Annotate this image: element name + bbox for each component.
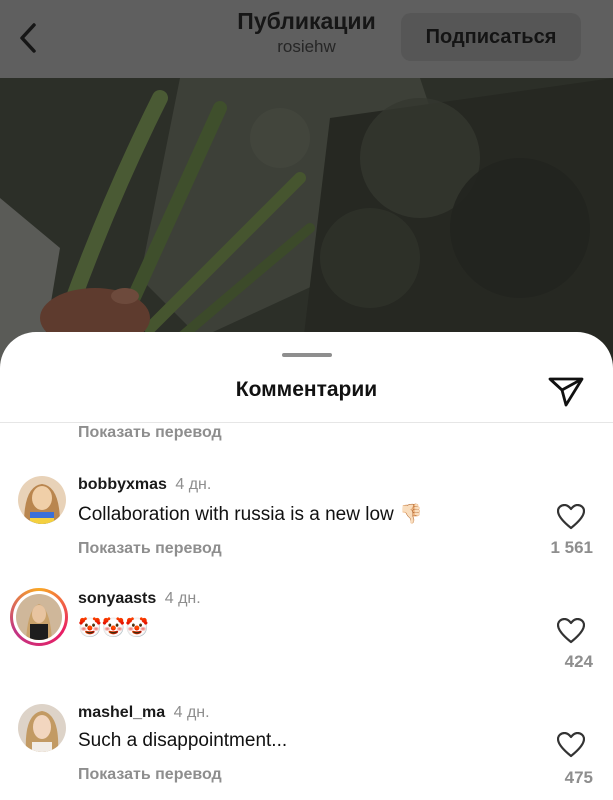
heart-icon xyxy=(556,503,586,530)
like-button[interactable] xyxy=(556,503,586,530)
sheet-title: Комментарии xyxy=(235,378,378,401)
avatar[interactable] xyxy=(18,476,66,524)
comment-text: Such a disappointment... xyxy=(78,730,288,751)
follow-button[interactable]: Подписаться xyxy=(401,13,581,61)
comment-time: 4 дн. xyxy=(164,590,201,607)
like-count: 424 xyxy=(564,652,593,671)
avatar[interactable] xyxy=(18,704,66,752)
like-count: 1 561 xyxy=(550,538,593,557)
show-translation-link[interactable]: Показать перевод xyxy=(78,424,222,442)
comment-meta: sonyaasts 4 дн. xyxy=(78,590,201,608)
sheet-divider xyxy=(0,422,613,423)
avatar-image xyxy=(16,594,62,640)
comment-time: 4 дн. xyxy=(173,704,210,721)
comment-username[interactable]: bobbyxmas xyxy=(78,476,167,493)
like-button[interactable] xyxy=(556,731,586,758)
comment-text: 🤡🤡🤡 xyxy=(78,618,149,639)
paper-plane-icon xyxy=(548,377,584,407)
post-photo-art xyxy=(0,78,613,368)
comment-meta: bobbyxmas 4 дн. xyxy=(78,476,211,494)
sheet-drag-handle[interactable] xyxy=(282,353,332,357)
like-button[interactable] xyxy=(556,617,586,644)
avatar-image xyxy=(18,476,66,524)
heart-icon xyxy=(556,731,586,758)
show-translation-link[interactable]: Показать перевод xyxy=(78,766,222,784)
heart-icon xyxy=(556,617,586,644)
post-photo xyxy=(0,78,613,368)
like-count: 475 xyxy=(564,768,593,787)
top-bar: Публикации rosiehw Подписаться xyxy=(0,0,613,78)
comment-username[interactable]: mashel_ma xyxy=(78,704,165,721)
share-button[interactable] xyxy=(546,374,586,408)
show-translation-link[interactable]: Показать перевод xyxy=(78,540,222,558)
comment-username[interactable]: sonyaasts xyxy=(78,590,156,607)
avatar-story-ring[interactable] xyxy=(10,588,68,646)
comment-time: 4 дн. xyxy=(175,476,212,493)
avatar xyxy=(16,594,62,640)
comments-sheet: Комментарии Показать перевод bobbyxmas 4… xyxy=(0,332,613,800)
comment-text: Collaboration with russia is a new low 👎… xyxy=(78,504,423,525)
avatar-image xyxy=(18,704,66,752)
comment-meta: mashel_ma 4 дн. xyxy=(78,704,210,722)
